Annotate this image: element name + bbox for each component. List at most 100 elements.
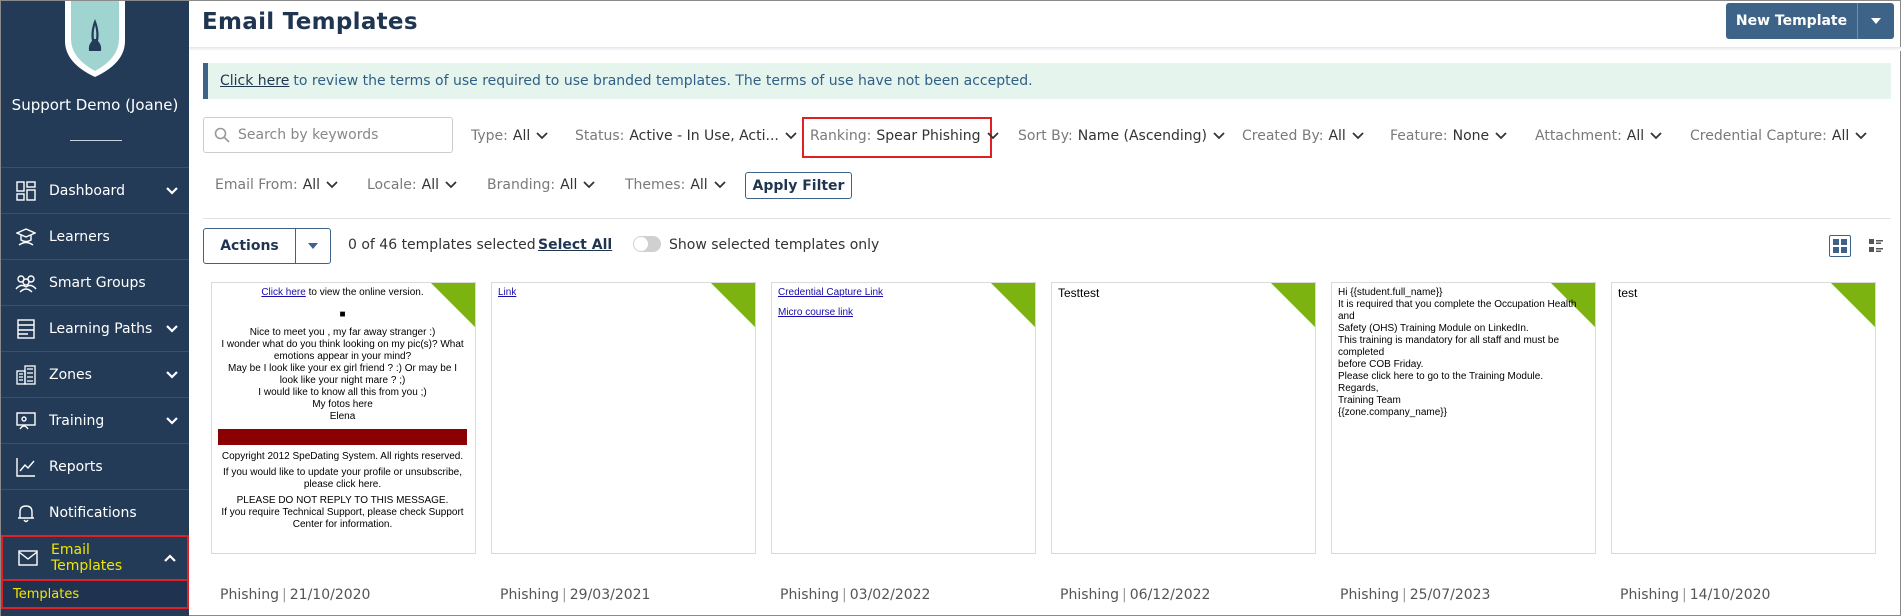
card-date: 14/10/2020 [1689,587,1771,603]
building-icon [15,364,37,386]
terms-link[interactable]: Click here [220,73,289,89]
filter-created-by[interactable]: Created By: All [1242,126,1364,146]
chevron-down-icon [1213,132,1225,140]
filter-label: Status: [575,128,625,144]
preview-text: Testtest [1058,286,1100,300]
template-card[interactable]: test [1611,282,1876,554]
card-preview: Click here to view the online version. ■… [218,287,467,531]
filter-value: All [421,177,439,193]
preview-text: {{zone.company_name}} [1338,407,1447,418]
filter-branding[interactable]: Branding: All [487,175,596,195]
filter-value: All [1831,128,1850,144]
org-divider [70,140,122,141]
sidebar-subitem-templates[interactable]: Templates [1,581,189,609]
template-card[interactable]: Testtest [1051,282,1316,554]
preview-text: Please click here to go to the Training … [1338,371,1544,382]
preview-text: PLEASE DO NOT REPLY TO THIS MESSAGE. [236,495,449,506]
search-box[interactable] [203,117,453,153]
chevron-down-icon [986,132,999,140]
filter-attachment[interactable]: Attachment: All [1535,126,1662,146]
new-template-button[interactable]: New Template [1726,3,1894,39]
filter-value: All [302,177,321,193]
sidebar-item-training[interactable]: Training [1,397,189,443]
card-meta: Phishing | 29/03/2021 [500,587,651,603]
apply-filter-button[interactable]: Apply Filter [745,172,852,199]
template-card[interactable]: Credential Capture Link Micro course lin… [771,282,1036,554]
chevron-down-icon [1495,132,1507,140]
filter-locale[interactable]: Locale: All [367,175,457,195]
learner-icon [15,226,37,248]
sidebar-item-label: Training [49,412,105,429]
sidebar-item-reports[interactable]: Reports [1,443,189,489]
filter-divider [203,218,1891,219]
caret-down-icon[interactable] [1858,3,1894,39]
card-date: 03/02/2022 [849,587,931,603]
preview-link: Link [498,287,517,298]
sidebar-item-label: Learners [49,228,110,245]
select-all-link[interactable]: Select All [538,237,612,253]
sidebar-item-label: Dashboard [49,182,125,199]
list-view-icon[interactable] [1865,235,1887,257]
sidebar-item-learning-paths[interactable]: Learning Paths [1,305,189,351]
chevron-up-icon [164,554,176,562]
preview-text: test [1618,286,1638,300]
chevron-down-icon [583,181,596,189]
filter-ranking[interactable]: Ranking: Spear Phishing [810,126,999,146]
chevron-down-icon [445,181,457,189]
filter-sort-by[interactable]: Sort By: Name (Ascending) [1018,126,1225,146]
sidebar-item-label: Notifications [49,504,137,521]
card-date: 21/10/2020 [289,587,371,603]
caret-down-icon[interactable] [296,229,330,263]
preview-text: May be I look like your ex girl friend ?… [228,363,457,386]
filter-value: Name (Ascending) [1077,128,1208,144]
card-meta: Phishing | 06/12/2022 [1060,587,1211,603]
filter-label: Sort By: [1018,128,1073,144]
learning-path-icon [15,318,37,340]
search-input[interactable] [238,127,438,143]
sidebar-item-zones[interactable]: Zones [1,351,189,397]
filter-themes[interactable]: Themes: All [625,175,726,195]
card-preview: Testtest [1058,287,1307,299]
page-title: Email Templates [202,9,418,35]
preview-text: Safety (OHS) Training Module on LinkedIn… [1338,323,1529,334]
preview-text: If you require Technical Support, please… [221,507,464,530]
template-card[interactable]: Click here to view the online version. ■… [211,282,476,554]
sidebar-item-smart-groups[interactable]: Smart Groups [1,259,189,305]
filter-status[interactable]: Status: Active - In Use, Acti... [575,126,797,146]
card-meta: Phishing | 21/10/2020 [220,587,371,603]
filter-type[interactable]: Type: All [471,126,548,146]
dashboard-icon [15,180,37,202]
new-template-label[interactable]: New Template [1726,3,1858,39]
filter-label: Themes: [625,177,686,193]
preview-text: Copyright 2012 SpeDating System. All rig… [221,451,464,462]
filter-email-from[interactable]: Email From: All [215,175,338,195]
sidebar-item-email-templates[interactable]: Email Templates [1,535,189,581]
template-card[interactable]: Hi {{student.full_name}} It is required … [1331,282,1596,554]
show-selected-toggle[interactable] [633,236,661,252]
sidebar-item-notifications[interactable]: Notifications [1,489,189,535]
filter-feature[interactable]: Feature: None [1390,126,1507,146]
terms-notice-text: to review the terms of use required to u… [293,73,1033,89]
filter-label: Email From: [215,177,298,193]
filter-value: All [560,177,578,193]
card-category: Phishing [1060,587,1120,603]
chevron-down-icon [536,132,548,140]
chevron-down-icon [166,324,178,333]
online-version-link: Click here [261,287,306,298]
chevron-down-icon [1650,132,1662,140]
training-icon [15,410,37,432]
filter-credential-capture[interactable]: Credential Capture: All [1690,126,1867,146]
sidebar-item-dashboard[interactable]: Dashboard [1,167,189,213]
sidebar-item-label: Smart Groups [49,274,146,291]
chevron-down-icon [1352,132,1364,140]
actions-label[interactable]: Actions [204,229,296,263]
search-icon [214,127,230,143]
chevron-down-icon [785,132,797,140]
preview-banner [218,429,467,445]
template-card[interactable]: Link [491,282,756,554]
card-category: Phishing [220,587,280,603]
sidebar: Support Demo (Joane) Dashboard Learners … [1,1,189,616]
grid-view-icon[interactable] [1829,235,1851,257]
sidebar-item-learners[interactable]: Learners [1,213,189,259]
actions-button[interactable]: Actions [203,228,331,264]
